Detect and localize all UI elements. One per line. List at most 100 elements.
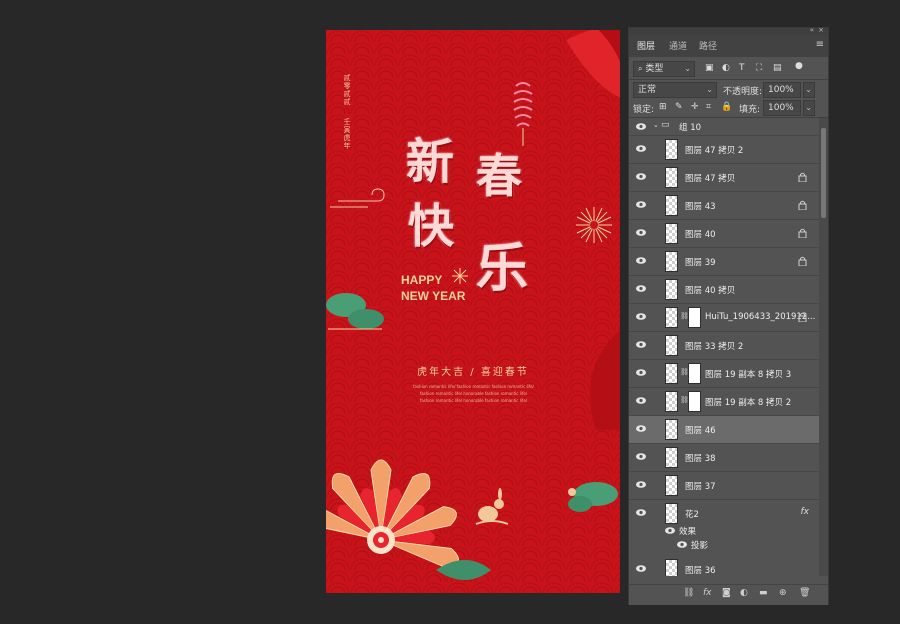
lotus-flower-illustration [326, 459, 491, 580]
fx-icon[interactable]: fx [703, 588, 712, 598]
layer-row[interactable]: 图层 39 [629, 248, 819, 276]
layer-row[interactable]: ⛓ HuiTu_1906433_201912... [629, 304, 819, 332]
add-mask-icon[interactable]: ◙ [722, 588, 731, 598]
scrollbar-thumb[interactable] [821, 128, 826, 218]
lock-icon [798, 172, 807, 182]
pixel-filter-icon[interactable]: ▣ [705, 63, 714, 73]
layer-name: 图层 47 拷贝 2 [685, 146, 744, 156]
panel-menu-icon[interactable]: ≡ [816, 39, 824, 50]
layer-row[interactable]: 图层 40 [629, 220, 819, 248]
layer-thumbnail [665, 223, 678, 244]
panel-header-bar: « × [629, 26, 828, 35]
blend-row: 正常 ⌄ 不透明度: 100% ⌄ [629, 80, 828, 100]
eye-icon[interactable] [636, 425, 646, 432]
layer-row[interactable]: 图层 38 [629, 444, 819, 472]
lock-all-icon[interactable]: 🔒 [721, 102, 732, 112]
layer-name: 图层 39 [685, 258, 716, 268]
opacity-input[interactable]: 100% [763, 82, 801, 98]
layer-name: 图层 37 [685, 482, 716, 492]
lock-brush-icon[interactable]: ✎ [675, 102, 683, 112]
filter-toggle-icon[interactable]: ● [795, 61, 803, 71]
layer-row[interactable]: 图层 47 拷贝 [629, 164, 819, 192]
layer-row[interactable]: 图层 37 [629, 472, 819, 500]
layer-row[interactable]: 图层 46 [629, 416, 819, 444]
tab-paths[interactable]: 路径 [699, 39, 717, 52]
lock-transparency-icon[interactable]: ⊞ [659, 102, 667, 112]
eye-icon[interactable] [636, 201, 646, 208]
layer-name: 图层 43 [685, 202, 716, 212]
eye-icon[interactable] [636, 397, 646, 404]
link-layers-icon[interactable]: ⛓ [683, 588, 694, 598]
adjustment-filter-icon[interactable]: ◐ [722, 63, 730, 73]
eye-icon[interactable] [665, 527, 675, 534]
layer-row[interactable]: 图层 40 拷贝 [629, 276, 819, 304]
adjustment-layer-icon[interactable]: ◐ [740, 588, 748, 598]
eye-icon[interactable] [636, 257, 646, 264]
eye-icon[interactable] [636, 285, 646, 292]
layer-row[interactable]: ⛓ 图层 19 副本 8 拷贝 2 [629, 388, 819, 416]
layer-row[interactable]: 图层 36 [629, 556, 819, 576]
filter-row: ⌕ 类型 ⌄ ▣ ◐ T ⛶ ▤ ● [629, 59, 828, 79]
fill-dropdown[interactable]: ⌄ [803, 100, 815, 116]
layer-name: 图层 40 拷贝 [685, 286, 736, 296]
opacity-label: 不透明度: [723, 87, 763, 97]
layer-thumbnail [665, 419, 678, 440]
drop-shadow-row[interactable]: 投影 [629, 538, 819, 552]
close-icon[interactable]: × [818, 26, 824, 34]
opacity-dropdown[interactable]: ⌄ [803, 82, 815, 98]
poster-canvas: 贰零贰贰 壬寅虎年 新 春 快 乐 HAPPY NEW YEAR 虎年大吉 / … [326, 30, 620, 593]
layers-scrollbar[interactable] [819, 118, 828, 576]
collapse-icon[interactable]: « [810, 26, 814, 34]
chevron-down-icon: ⌄ [805, 103, 812, 112]
lock-artboard-icon[interactable]: ⌗ [706, 102, 711, 112]
layer-group-row[interactable]: ⌄ ▭ 组 10 [629, 118, 819, 136]
lock-position-icon[interactable]: ✛ [691, 102, 699, 112]
folder-icon: ▭ [661, 120, 670, 130]
eye-icon[interactable] [636, 509, 646, 516]
blend-mode-select[interactable]: 正常 ⌄ [633, 82, 717, 98]
search-icon: ⌕ [638, 64, 643, 73]
eye-icon[interactable] [636, 123, 646, 130]
layer-name: 花2 [685, 510, 699, 520]
eye-icon[interactable] [636, 481, 646, 488]
eye-icon[interactable] [636, 453, 646, 460]
lock-icon [798, 200, 807, 210]
fx-icon[interactable]: fx [801, 507, 810, 517]
tab-channels[interactable]: 通道 [669, 39, 687, 52]
firework-icon [576, 207, 612, 243]
eye-icon[interactable] [636, 313, 646, 320]
filter-kind-select[interactable]: ⌕ 类型 ⌄ [633, 61, 695, 77]
chevron-down-icon[interactable]: ⌄ [653, 121, 659, 129]
lock-label: 锁定: [633, 105, 655, 115]
fill-input[interactable]: 100% [763, 100, 801, 116]
new-layer-icon[interactable]: ⊕ [779, 588, 787, 598]
layer-row[interactable]: 图层 33 拷贝 2 [629, 332, 819, 360]
shape-filter-icon[interactable]: ⛶ [756, 63, 762, 73]
layer-row[interactable]: ⛓ 图层 19 副本 8 拷贝 3 [629, 360, 819, 388]
eye-icon[interactable] [636, 369, 646, 376]
layer-row[interactable]: 图层 47 拷贝 2 [629, 136, 819, 164]
chevron-down-icon: ⌄ [805, 85, 812, 94]
layer-mask-thumbnail [688, 363, 701, 384]
layer-thumbnail [665, 503, 678, 524]
effects-row[interactable]: 效果 [629, 524, 819, 538]
layer-name: 图层 47 拷贝 [685, 174, 736, 184]
blend-mode-label: 正常 [638, 85, 657, 95]
tab-layers[interactable]: 图层 [637, 39, 655, 52]
layer-row[interactable]: 图层 43 [629, 192, 819, 220]
fine-print-line: fashion romantic life/ honorable fashion… [419, 398, 528, 403]
drop-shadow-label: 投影 [691, 541, 709, 551]
smart-object-filter-icon[interactable]: ▤ [773, 63, 782, 73]
eye-icon[interactable] [677, 541, 687, 548]
eye-icon[interactable] [636, 173, 646, 180]
layers-panel: « × 图层 通道 路径 ≡ ⌕ 类型 ⌄ ▣ ◐ T ⛶ ▤ ● 正常 ⌄ 不… [628, 26, 829, 605]
eye-icon[interactable] [636, 229, 646, 236]
eye-icon[interactable] [636, 341, 646, 348]
new-group-icon[interactable]: ▬ [759, 588, 768, 598]
eye-icon[interactable] [636, 565, 646, 572]
trash-icon[interactable]: 🗑 [799, 588, 810, 598]
lock-icon [798, 256, 807, 266]
type-filter-icon[interactable]: T [739, 63, 745, 73]
petal-decoration-right [589, 330, 620, 430]
eye-icon[interactable] [636, 145, 646, 152]
